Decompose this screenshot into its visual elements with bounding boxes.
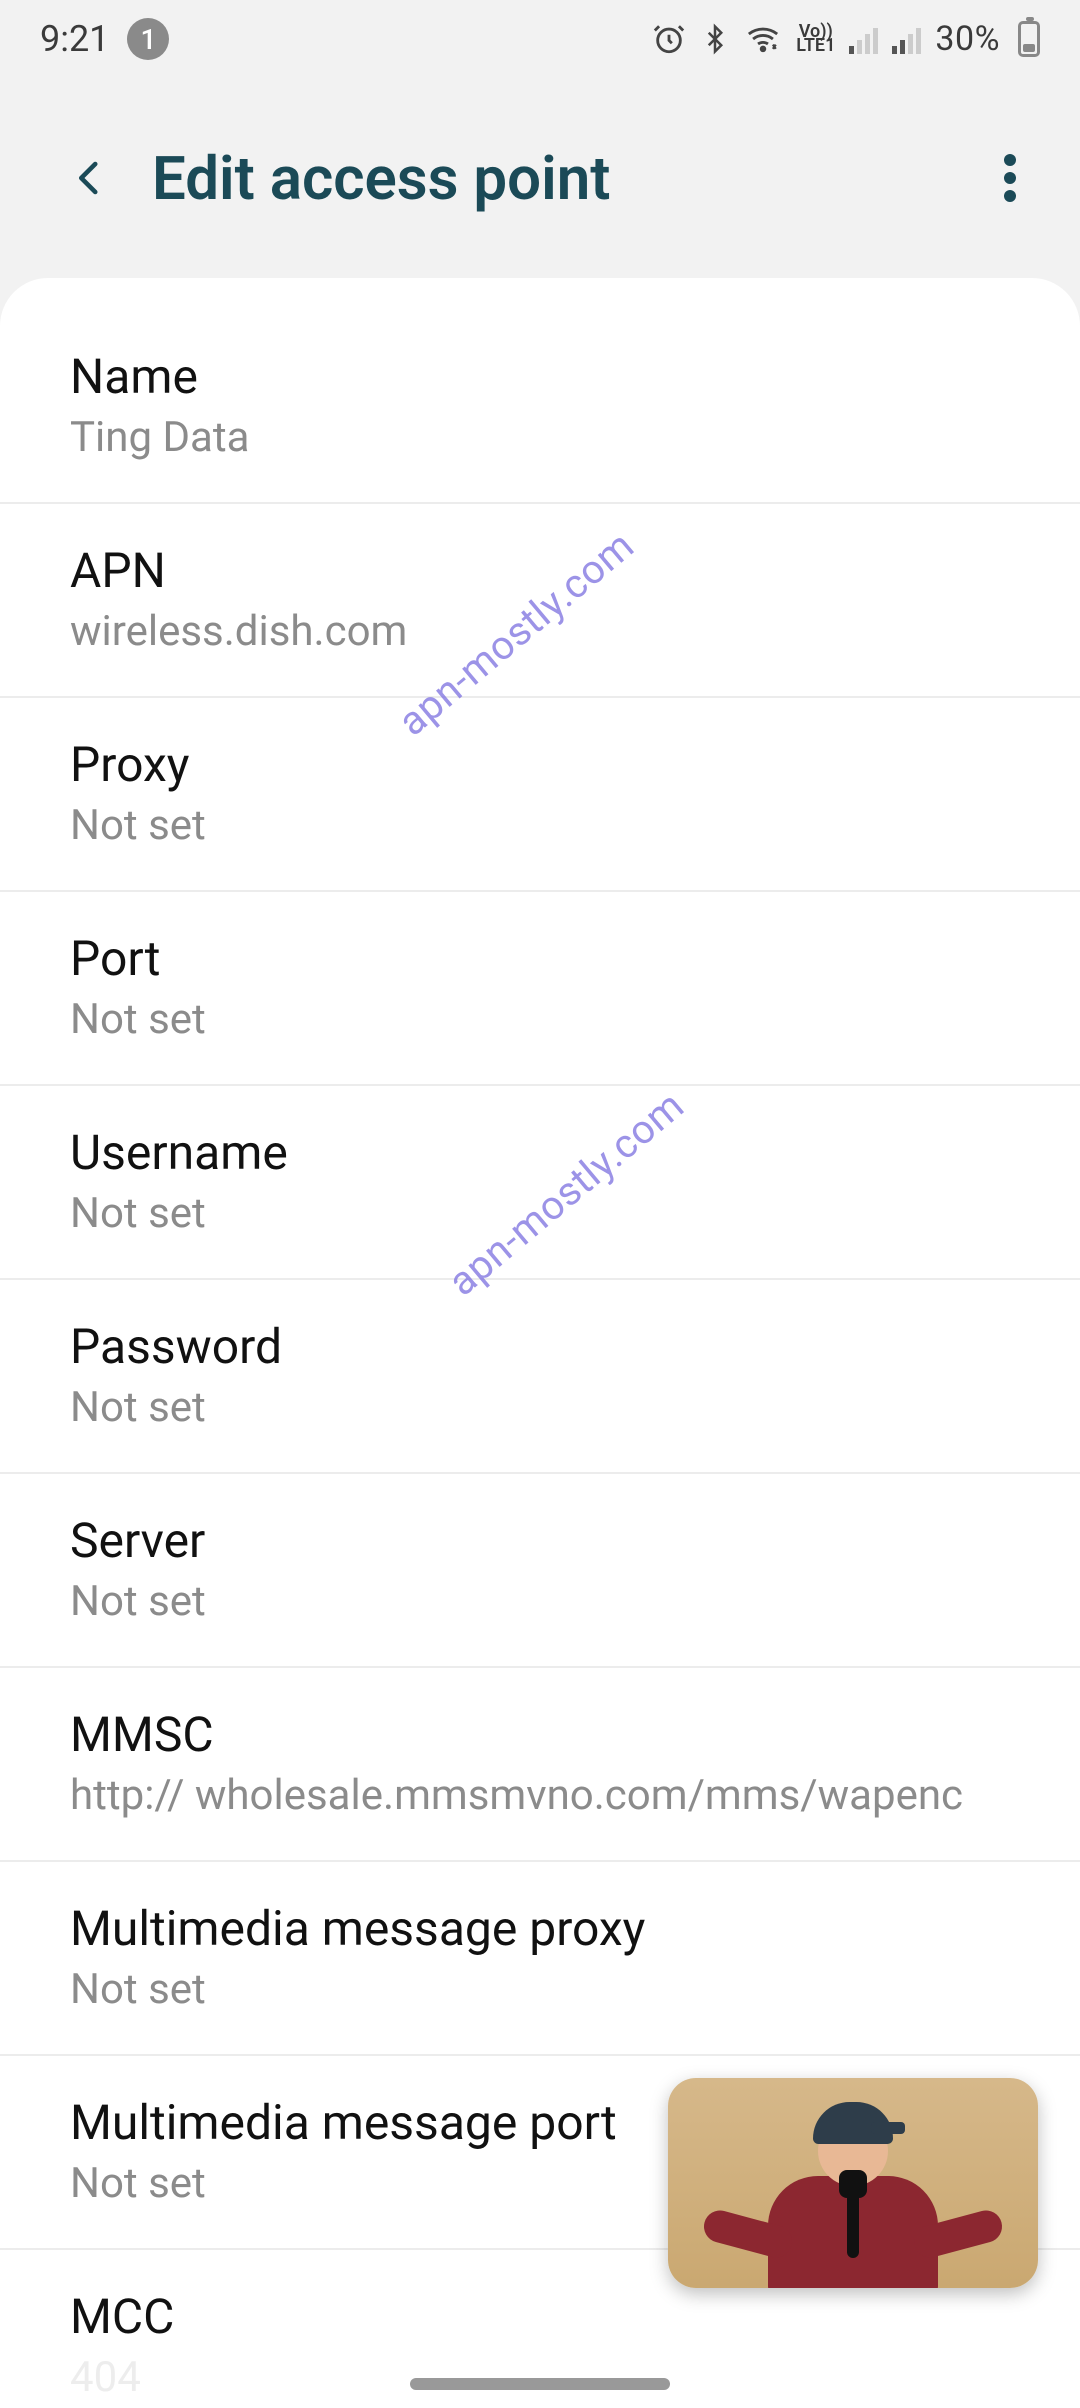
navigation-handle[interactable] — [410, 2378, 670, 2390]
alarm-icon — [652, 22, 686, 56]
row-value: Not set — [70, 995, 1010, 1044]
page-title: Edit access point — [152, 143, 980, 214]
row-label: Multimedia message proxy — [70, 1900, 1010, 1957]
more-options-button[interactable] — [980, 148, 1040, 208]
row-proxy[interactable]: Proxy Not set — [0, 698, 1080, 892]
status-bar: 9:21 1 Vo)) LTE1 30% — [0, 0, 1080, 78]
row-mmsc[interactable]: MMSC http:// wholesale.mmsmvno.com/mms/w… — [0, 1668, 1080, 1862]
row-label: Password — [70, 1318, 1010, 1375]
battery-icon — [1018, 21, 1040, 57]
row-apn[interactable]: APN wireless.dish.com — [0, 504, 1080, 698]
row-label: Username — [70, 1124, 1010, 1181]
row-password[interactable]: Password Not set — [0, 1280, 1080, 1474]
row-value: Not set — [70, 801, 1010, 850]
chevron-left-icon — [69, 157, 111, 199]
battery-percentage: 30% — [935, 19, 1000, 59]
row-port[interactable]: Port Not set — [0, 892, 1080, 1086]
notification-count-badge: 1 — [127, 18, 169, 60]
row-mms-proxy[interactable]: Multimedia message proxy Not set — [0, 1862, 1080, 2056]
row-label: Proxy — [70, 736, 1010, 793]
picture-in-picture-window[interactable] — [668, 2078, 1038, 2288]
back-button[interactable] — [60, 148, 120, 208]
row-value: http:// wholesale.mmsmvno.com/mms/wapenc — [70, 1771, 1010, 1820]
bluetooth-icon — [700, 22, 730, 56]
row-label: MMSC — [70, 1706, 1010, 1763]
row-label: APN — [70, 542, 1010, 599]
row-value: wireless.dish.com — [70, 607, 1010, 656]
row-label: Port — [70, 930, 1010, 987]
volte-indicator: Vo)) LTE1 — [796, 25, 835, 53]
pip-video-thumbnail — [723, 2098, 983, 2288]
more-vertical-icon — [1004, 154, 1016, 202]
status-time: 9:21 — [40, 18, 109, 60]
wifi-icon — [744, 22, 782, 56]
row-value: Ting Data — [70, 413, 1010, 462]
row-label: MCC — [70, 2288, 1010, 2345]
row-value: Not set — [70, 1189, 1010, 1238]
row-label: Server — [70, 1512, 1010, 1569]
row-value: Not set — [70, 1383, 1010, 1432]
signal-bars-sim2-icon — [892, 24, 921, 54]
signal-bars-sim1-icon — [849, 24, 878, 54]
row-username[interactable]: Username Not set — [0, 1086, 1080, 1280]
row-name[interactable]: Name Ting Data — [0, 298, 1080, 504]
row-label: Name — [70, 348, 1010, 405]
row-value: Not set — [70, 1965, 1010, 2014]
row-value: Not set — [70, 1577, 1010, 1626]
row-server[interactable]: Server Not set — [0, 1474, 1080, 1668]
app-header: Edit access point — [0, 78, 1080, 278]
